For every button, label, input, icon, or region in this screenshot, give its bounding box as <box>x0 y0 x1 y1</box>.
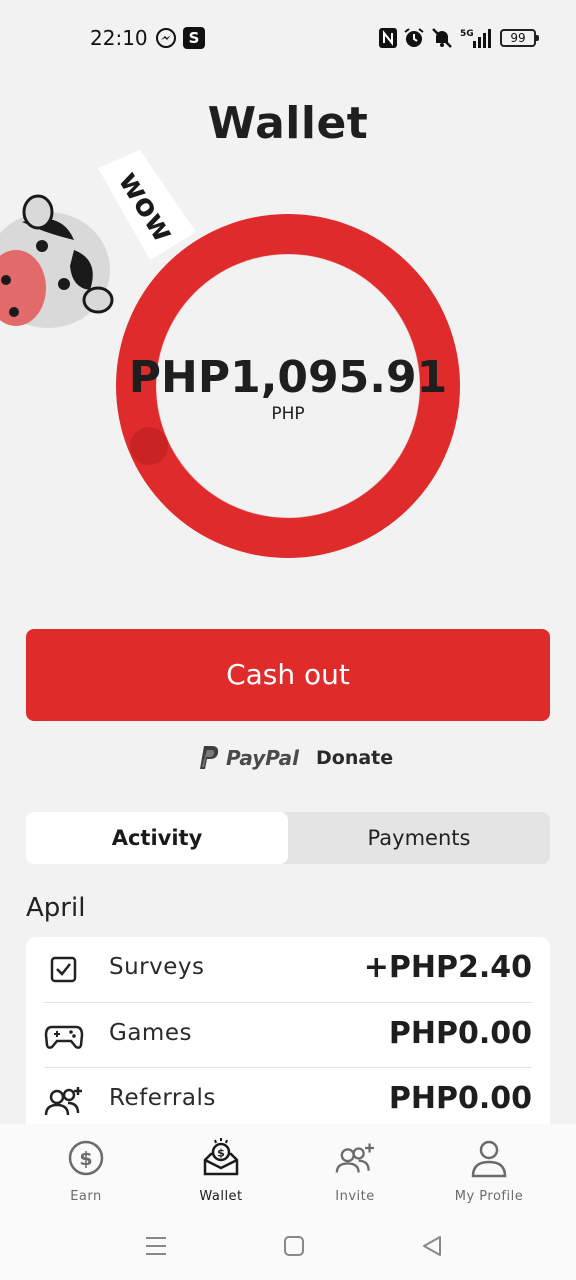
nav-earn[interactable]: $ Earn <box>19 1124 153 1220</box>
activity-tabs: Activity Payments <box>26 812 550 864</box>
paypal-logo[interactable]: PayPal <box>198 744 299 772</box>
paypal-label: PayPal <box>226 746 300 770</box>
mute-icon <box>432 28 452 48</box>
home-icon[interactable] <box>282 1234 306 1258</box>
list-item[interactable]: Surveys +PHP2.40 <box>44 937 532 1002</box>
nav-label: Earn <box>70 1189 102 1204</box>
row-value: PHP0.00 <box>388 1081 532 1116</box>
checkbox-icon <box>50 956 77 983</box>
system-nav-bar <box>0 1220 576 1280</box>
messenger-icon <box>156 28 176 48</box>
status-bar: 22:10 S 5G 99 <box>0 0 576 78</box>
donate-link[interactable]: Donate <box>316 747 393 769</box>
battery-icon: 99 <box>500 29 539 47</box>
tab-payments[interactable]: Payments <box>288 812 550 864</box>
gamepad-icon <box>44 1025 84 1049</box>
list-item[interactable]: Referrals PHP0.00 <box>44 1067 532 1132</box>
bottom-nav: $ Earn $ Wallet Invite My Profile <box>0 1124 576 1220</box>
s-app-icon: S <box>183 27 205 49</box>
dollar-coin-icon: $ <box>68 1140 104 1176</box>
balance-currency: PHP <box>271 404 305 424</box>
svg-text:$: $ <box>217 1147 225 1160</box>
row-value: +PHP2.40 <box>363 950 532 985</box>
cash-out-button[interactable]: Cash out <box>26 629 550 721</box>
nav-profile[interactable]: My Profile <box>422 1124 556 1220</box>
nav-label: Wallet <box>199 1189 243 1204</box>
list-item[interactable]: Games PHP0.00 <box>44 1002 532 1067</box>
ring-knob <box>130 427 168 465</box>
menu-icon[interactable] <box>144 1234 168 1258</box>
invite-icon <box>335 1143 375 1173</box>
nfc-icon <box>379 28 397 48</box>
nav-invite[interactable]: Invite <box>288 1124 422 1220</box>
cow-mascot-icon: wow <box>0 150 196 328</box>
status-time: 22:10 <box>90 26 148 50</box>
wallet-icon: $ <box>203 1138 239 1176</box>
profile-icon <box>471 1140 507 1178</box>
referrals-icon <box>44 1087 82 1116</box>
activity-list: Surveys +PHP2.40 Games PHP0.00 Referrals… <box>26 937 550 1137</box>
alarm-icon <box>404 28 424 47</box>
paypal-icon <box>200 746 219 769</box>
balance-amount: PHP1,095.91 <box>128 352 448 403</box>
svg-text:5G: 5G <box>460 29 474 39</box>
back-icon[interactable] <box>420 1234 444 1258</box>
month-heading: April <box>26 893 86 923</box>
svg-text:$: $ <box>79 1148 92 1170</box>
row-label: Surveys <box>109 954 205 980</box>
row-label: Referrals <box>109 1085 216 1111</box>
nav-wallet[interactable]: $ Wallet <box>154 1124 288 1220</box>
tab-activity[interactable]: Activity <box>26 812 288 864</box>
nav-label: Invite <box>335 1189 375 1204</box>
nav-label: My Profile <box>454 1189 524 1204</box>
row-value: PHP0.00 <box>388 1016 532 1051</box>
row-label: Games <box>109 1020 192 1046</box>
5g-signal-icon: 5G <box>460 29 491 48</box>
